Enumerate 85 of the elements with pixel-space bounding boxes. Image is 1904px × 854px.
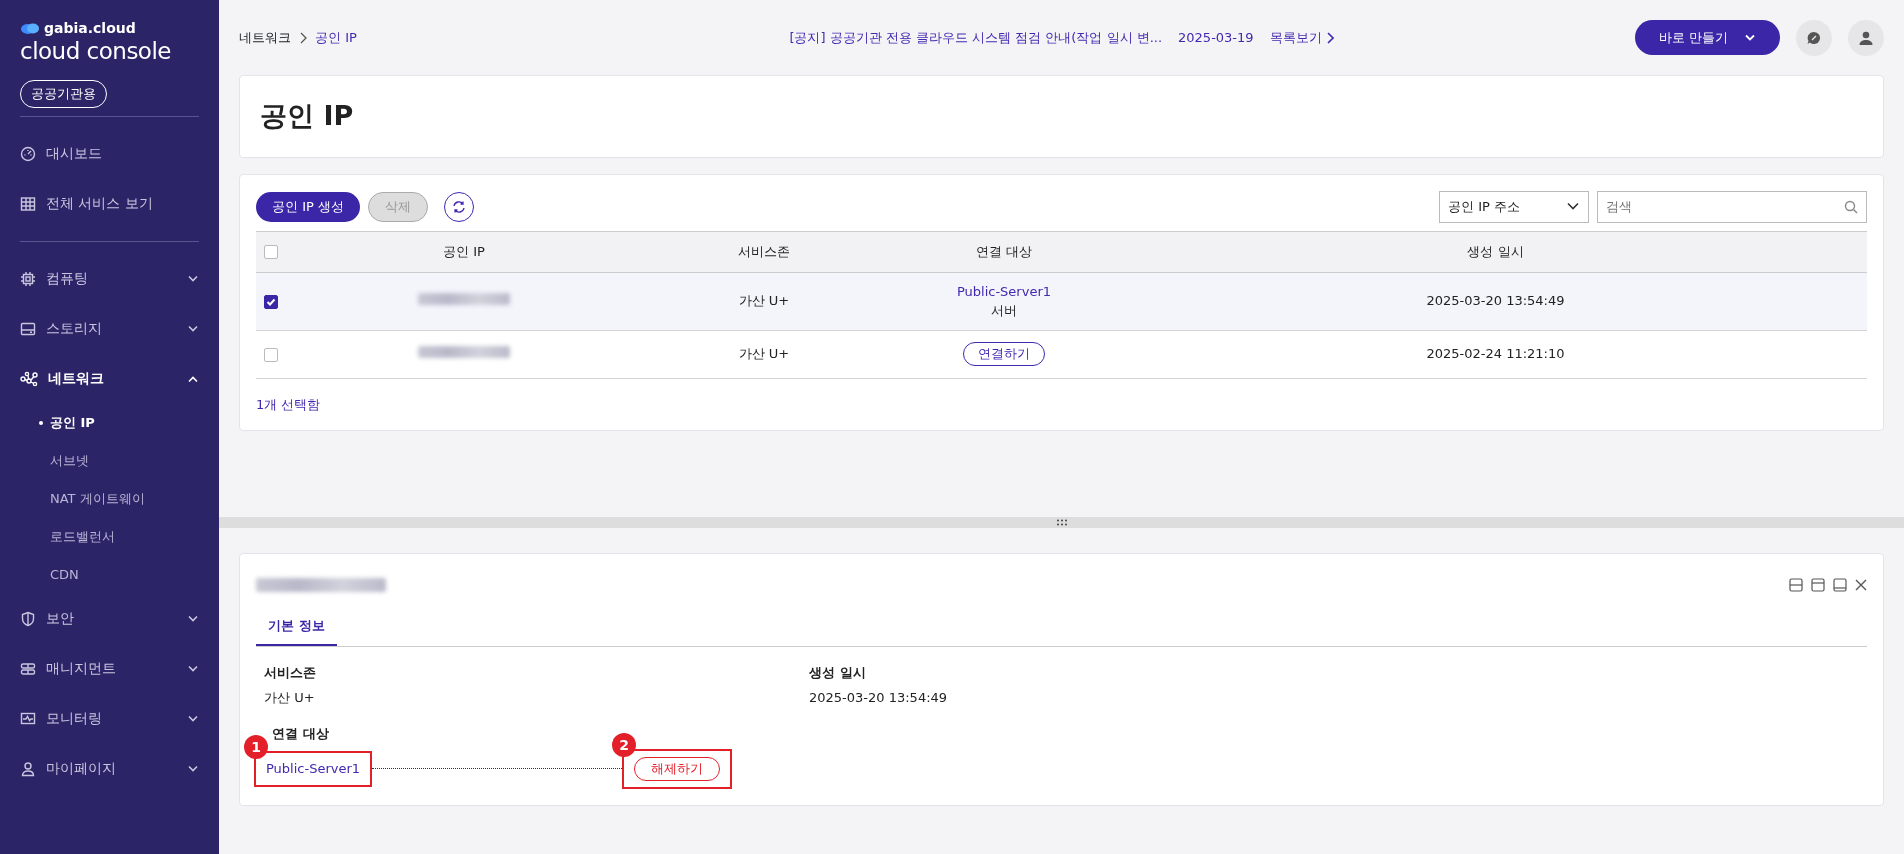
shield-icon: [20, 610, 36, 627]
connect-button[interactable]: 연결하기: [963, 342, 1045, 366]
breadcrumb-link[interactable]: 네트워크: [239, 27, 291, 48]
grid-icon: [20, 195, 36, 212]
column-header: 공인 IP: [284, 231, 644, 272]
chat-button[interactable]: [1796, 19, 1832, 56]
sidebar-group[interactable]: 마이페이지: [20, 743, 199, 794]
sidebar-subitem[interactable]: 공인 IP: [20, 403, 199, 442]
table-cell: 2025-02-24 11:21:10: [1124, 330, 1867, 378]
table-cell-text: 서버: [990, 302, 1018, 320]
refresh-icon: [451, 199, 466, 214]
field-label: 연결 대상: [272, 724, 330, 743]
annotation-number: 2: [612, 733, 637, 757]
notice-date: 2025-03-19: [1178, 28, 1254, 47]
sidebar-subitem[interactable]: NAT 게이트웨이: [20, 479, 199, 518]
field-value: 가산 U+: [264, 689, 316, 707]
filter-dropdown[interactable]: 공인 IP 주소: [1439, 190, 1589, 223]
user-icon: [20, 760, 36, 777]
table-cell: 가산 U+: [644, 330, 884, 378]
network-icon: [20, 370, 38, 387]
refresh-button[interactable]: [443, 191, 474, 222]
user-icon: [1858, 29, 1874, 46]
sidebar-item[interactable]: 전체 서비스 보기: [20, 178, 199, 229]
chevron-up-icon: [187, 374, 199, 383]
sidebar-subitem[interactable]: 서브넷: [20, 441, 199, 480]
brand-name: gabia.cloud: [44, 19, 136, 38]
caret-icon: [1744, 33, 1756, 42]
sidebar-group[interactable]: 모니터링: [20, 693, 199, 744]
chevron-down-icon: [187, 664, 199, 673]
layout-split-icon[interactable]: [1789, 578, 1803, 592]
layout-top-icon[interactable]: [1811, 578, 1825, 592]
grip-icon: [1055, 519, 1068, 526]
select-all-checkbox[interactable]: [264, 245, 278, 260]
server-link[interactable]: Public-Server1: [266, 761, 361, 776]
field-label: 생성 일시: [809, 663, 867, 682]
sidebar-group[interactable]: 스토리지: [20, 303, 199, 354]
sidebar-group[interactable]: 컴퓨팅: [20, 253, 199, 304]
quick-create-button[interactable]: 바로 만들기: [1634, 19, 1780, 56]
row-checkbox[interactable]: [264, 347, 278, 362]
table-cell: 가산 U+: [644, 272, 884, 330]
search-field[interactable]: 검색: [1597, 190, 1867, 223]
disconnect-button[interactable]: 해제하기: [634, 757, 721, 781]
cloud-logo-icon: [20, 22, 40, 35]
row-checkbox[interactable]: [264, 294, 278, 309]
column-header: 생성 일시: [1124, 231, 1867, 272]
page-title: 공인 IP: [239, 75, 1884, 158]
table-cell: 2025-03-20 13:54:49: [1124, 272, 1867, 330]
sidebar-subitem[interactable]: CDN: [20, 555, 199, 594]
chevron-right-icon: [1325, 31, 1334, 44]
selection-count: 1개 선택함: [256, 395, 322, 414]
search-icon: [1844, 199, 1858, 214]
gauge-icon: [20, 145, 36, 162]
layout-bottom-icon[interactable]: [1833, 578, 1847, 592]
caret-icon: [1566, 202, 1580, 211]
chevron-right-icon: [299, 31, 307, 44]
chevron-down-icon: [187, 714, 199, 723]
sidebar-item[interactable]: 대시보드: [20, 128, 199, 179]
chevron-down-icon: [187, 764, 199, 773]
product-name: cloud console: [20, 39, 172, 65]
close-icon[interactable]: [1855, 579, 1867, 591]
selected-dot: [39, 420, 43, 425]
create-ip-button[interactable]: 공인 IP 생성: [256, 191, 360, 222]
sidebar-group[interactable]: 매니지먼트: [20, 643, 199, 694]
column-header: 서비스존: [644, 231, 884, 272]
monitor-icon: [20, 710, 36, 727]
notice-link[interactable]: [공지] 공공기관 전용 클라우드 시스템 점검 안내(작업 일시 변...: [789, 27, 1163, 48]
field-label: 서비스존: [264, 663, 317, 682]
column-header: 연결 대상: [884, 231, 1124, 272]
list-link[interactable]: 목록보기: [1269, 27, 1334, 48]
profile-button[interactable]: [1848, 19, 1884, 56]
chevron-down-icon: [187, 614, 199, 623]
chevron-down-icon: [187, 274, 199, 283]
chevron-down-icon: [187, 324, 199, 333]
sidebar-group[interactable]: 보안: [20, 593, 199, 644]
server-icon: [20, 660, 36, 677]
detail-tab[interactable]: 기본 정보: [256, 608, 337, 646]
sidebar-subitem[interactable]: 로드밸런서: [20, 517, 199, 556]
chip-icon: [20, 270, 36, 287]
chat-icon: [1806, 29, 1822, 46]
server-link[interactable]: Public-Server1: [885, 281, 1123, 301]
annotation-number: 1: [244, 735, 268, 759]
storage-icon: [20, 320, 36, 337]
field-value: 2025-03-20 13:54:49: [809, 689, 949, 707]
sidebar-group[interactable]: 네트워크: [20, 353, 199, 404]
breadcrumb-link[interactable]: 공인 IP: [315, 27, 357, 48]
